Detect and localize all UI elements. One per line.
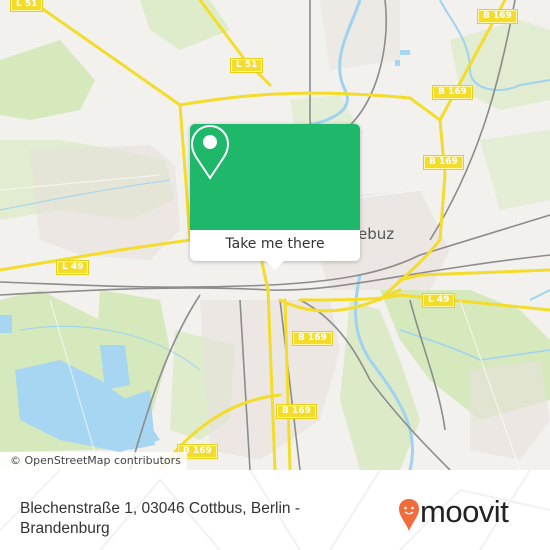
road-label-l51: L 51 bbox=[229, 58, 264, 73]
map-view[interactable]: L 51 L 51 B 169 B 169 B 169 L 49 L 49 B … bbox=[0, 0, 550, 470]
popup-pointer bbox=[266, 261, 284, 270]
take-me-there-button[interactable]: Take me there bbox=[190, 230, 360, 261]
road-label-b169: B 169 bbox=[276, 404, 317, 419]
moovit-wordmark: moovit bbox=[420, 494, 509, 529]
osm-attribution[interactable]: © OpenStreetMap contributors bbox=[0, 452, 187, 470]
road-label-b169: B 169 bbox=[423, 155, 464, 170]
road-label-l51: L 51 bbox=[9, 0, 44, 12]
address-text: Blechenstraße 1, 03046 Cottbus, Berlin -… bbox=[20, 500, 301, 537]
road-label-b169: B 169 bbox=[432, 85, 473, 100]
map-pin-icon bbox=[190, 124, 230, 180]
popup-header bbox=[190, 124, 360, 230]
city-label: ebuz bbox=[358, 225, 395, 243]
road-label-l49: L 49 bbox=[421, 293, 456, 308]
destination-popup: Take me there bbox=[190, 124, 360, 270]
moovit-logo[interactable]: moovit bbox=[398, 492, 518, 536]
road-label-l49: L 49 bbox=[55, 260, 90, 275]
road-label-b169: B 169 bbox=[292, 331, 333, 346]
moovit-pin-icon bbox=[399, 499, 419, 531]
road-label-b169: B 169 bbox=[477, 9, 518, 24]
